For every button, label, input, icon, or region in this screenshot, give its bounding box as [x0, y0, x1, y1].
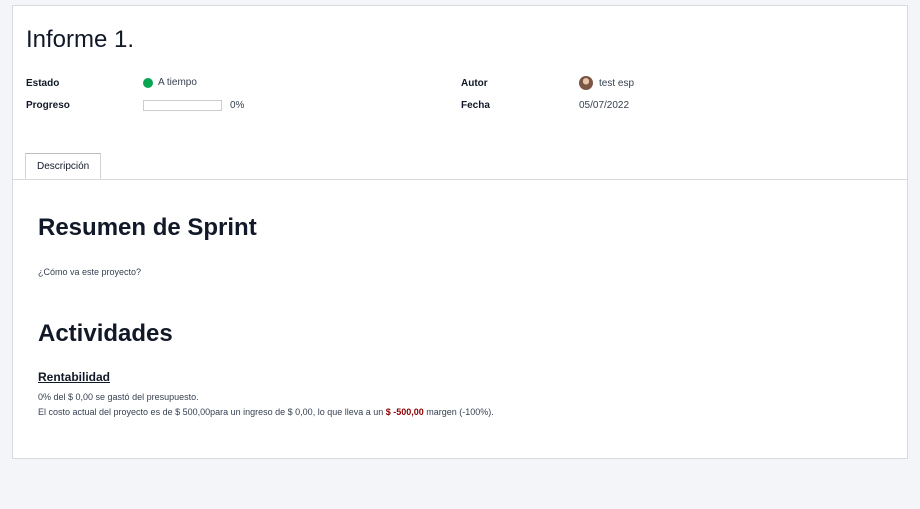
tab-divider	[13, 179, 907, 180]
cost-line-suffix: margen (-100%).	[423, 407, 494, 417]
progress-value: 0%	[230, 100, 245, 111]
avatar	[579, 76, 593, 90]
tab-descripcion[interactable]: Descripción	[25, 153, 102, 179]
activities-heading: Actividades	[38, 320, 173, 347]
progress-field: 0%	[143, 100, 244, 111]
estado-value: A tiempo	[158, 77, 197, 88]
cost-line-prefix: El costo actual del proyecto es de $ 500…	[38, 407, 386, 417]
rentabilidad-heading: Rentabilidad	[38, 370, 111, 384]
autor-field[interactable]: test esp	[579, 76, 634, 90]
report-sheet: Informe 1. Estado A tiempo Progreso 0% A…	[12, 5, 908, 459]
sprint-heading: Resumen de Sprint	[38, 214, 257, 241]
autor-value: test esp	[599, 77, 635, 89]
status-dot-icon	[143, 77, 153, 88]
fecha-value: 05/07/2022	[579, 100, 630, 111]
margin-value: $ -500,00	[385, 407, 424, 417]
estado-label: Estado	[26, 78, 60, 89]
fecha-label: Fecha	[461, 100, 490, 111]
cost-line: El costo actual del proyecto es de $ 500…	[38, 405, 494, 420]
progreso-label: Progreso	[26, 100, 70, 111]
progress-bar	[143, 100, 222, 111]
page-title: Informe 1.	[26, 26, 135, 53]
estado-field[interactable]: A tiempo	[143, 77, 197, 88]
tab-descripcion-label: Descripción	[37, 160, 90, 172]
budget-line: 0% del $ 0,00 se gastó del presupuesto.	[38, 392, 199, 402]
autor-label: Autor	[461, 78, 488, 89]
sprint-question: ¿Cómo va este proyecto?	[38, 267, 142, 277]
